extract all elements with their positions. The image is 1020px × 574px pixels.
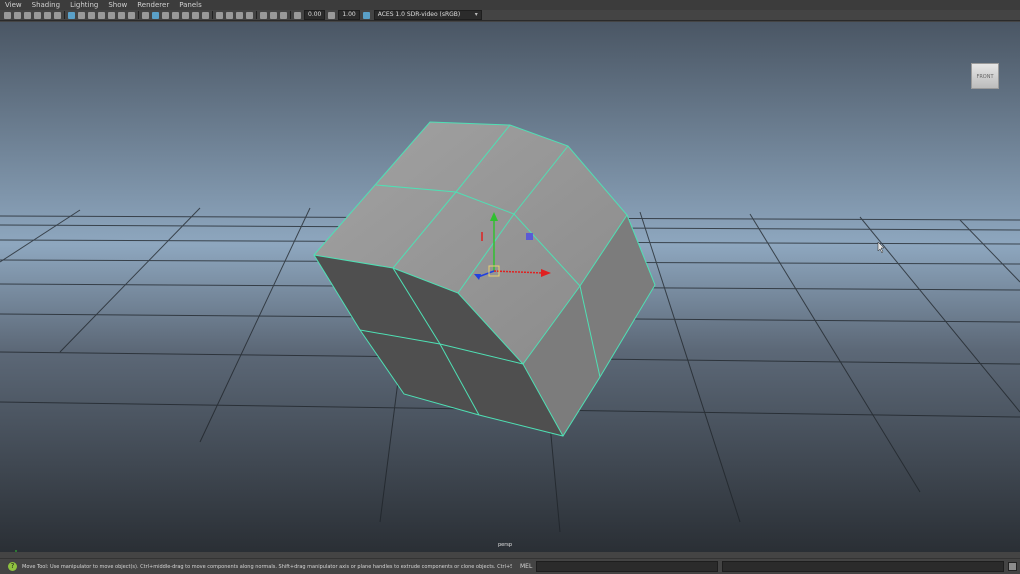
bookmarks-icon[interactable] (24, 11, 31, 19)
script-editor-icon[interactable] (1008, 562, 1018, 571)
color-management-icon[interactable] (362, 11, 370, 19)
xray-joints-icon[interactable] (226, 11, 233, 19)
grid-icon[interactable] (68, 11, 75, 19)
xray-icon[interactable] (216, 11, 223, 19)
hud-icon[interactable] (260, 11, 267, 19)
image-plane-icon[interactable] (34, 11, 41, 19)
viewport-scene (0, 22, 1020, 552)
view-cube[interactable]: FRONT (971, 63, 999, 89)
safe-title-icon[interactable] (128, 11, 135, 19)
toolbar-divider (138, 11, 139, 19)
command-result-field (722, 561, 1005, 572)
chevron-down-icon: ▾ (474, 11, 478, 18)
select-camera-icon[interactable] (4, 11, 11, 19)
perspective-viewport[interactable]: FRONT (0, 22, 1020, 552)
menu-panels[interactable]: Panels (174, 0, 207, 10)
menu-show[interactable]: Show (103, 0, 132, 10)
depth-of-field-icon[interactable] (270, 11, 277, 19)
help-line-text: Move Tool: Use manipulator to move objec… (22, 563, 512, 570)
exposure-field[interactable]: 0.00 (304, 10, 326, 20)
safe-action-icon[interactable] (118, 11, 125, 19)
toolbar-divider (212, 11, 213, 19)
script-language-toggle[interactable]: MEL (520, 563, 532, 570)
resolution-gate-icon[interactable] (88, 11, 95, 19)
axis-orientation-icon (10, 544, 30, 552)
menu-lighting[interactable]: Lighting (65, 0, 103, 10)
smooth-shade-icon[interactable] (152, 11, 159, 19)
gamma-icon[interactable] (328, 11, 336, 19)
camera-attributes-icon[interactable] (14, 11, 21, 19)
color-space-dropdown[interactable]: ACES 1.0 SDR-video (sRGB) ▾ (373, 10, 482, 20)
film-gate-icon[interactable] (78, 11, 85, 19)
menu-renderer[interactable]: Renderer (132, 0, 174, 10)
view-cube-label: FRONT (976, 74, 994, 80)
2d-pan-zoom-icon[interactable] (44, 11, 51, 19)
lights-icon[interactable] (182, 11, 189, 19)
grease-pencil-icon[interactable] (54, 11, 61, 19)
shadows-icon[interactable] (192, 11, 199, 19)
ambient-occlusion-icon[interactable] (202, 11, 209, 19)
default-material-icon[interactable] (162, 11, 169, 19)
toolbar-divider (64, 11, 65, 19)
exposure-icon[interactable] (294, 11, 301, 19)
isolate-select-icon[interactable] (246, 11, 253, 19)
motion-blur-icon[interactable] (280, 11, 287, 19)
backface-culling-icon[interactable] (236, 11, 243, 19)
panel-toolbar: 0.00 1.00 ACES 1.0 SDR-video (sRGB) ▾ (0, 10, 1020, 21)
menu-view[interactable]: View (0, 0, 27, 10)
viewport-menubar: View Shading Lighting Show Renderer Pane… (0, 0, 1020, 10)
camera-label: persp (498, 542, 513, 548)
toolbar-divider (290, 11, 291, 19)
help-line: ? Move Tool: Use manipulator to move obj… (0, 558, 1020, 574)
gamma-field[interactable]: 1.00 (338, 10, 360, 20)
menu-shading[interactable]: Shading (27, 0, 65, 10)
help-icon[interactable]: ? (8, 562, 17, 571)
color-space-value: ACES 1.0 SDR-video (sRGB) (377, 11, 461, 18)
field-chart-icon[interactable] (108, 11, 115, 19)
command-line-input[interactable] (536, 561, 719, 572)
textured-icon[interactable] (172, 11, 179, 19)
wireframe-icon[interactable] (142, 11, 149, 19)
toolbar-divider (256, 11, 257, 19)
gate-mask-icon[interactable] (98, 11, 105, 19)
